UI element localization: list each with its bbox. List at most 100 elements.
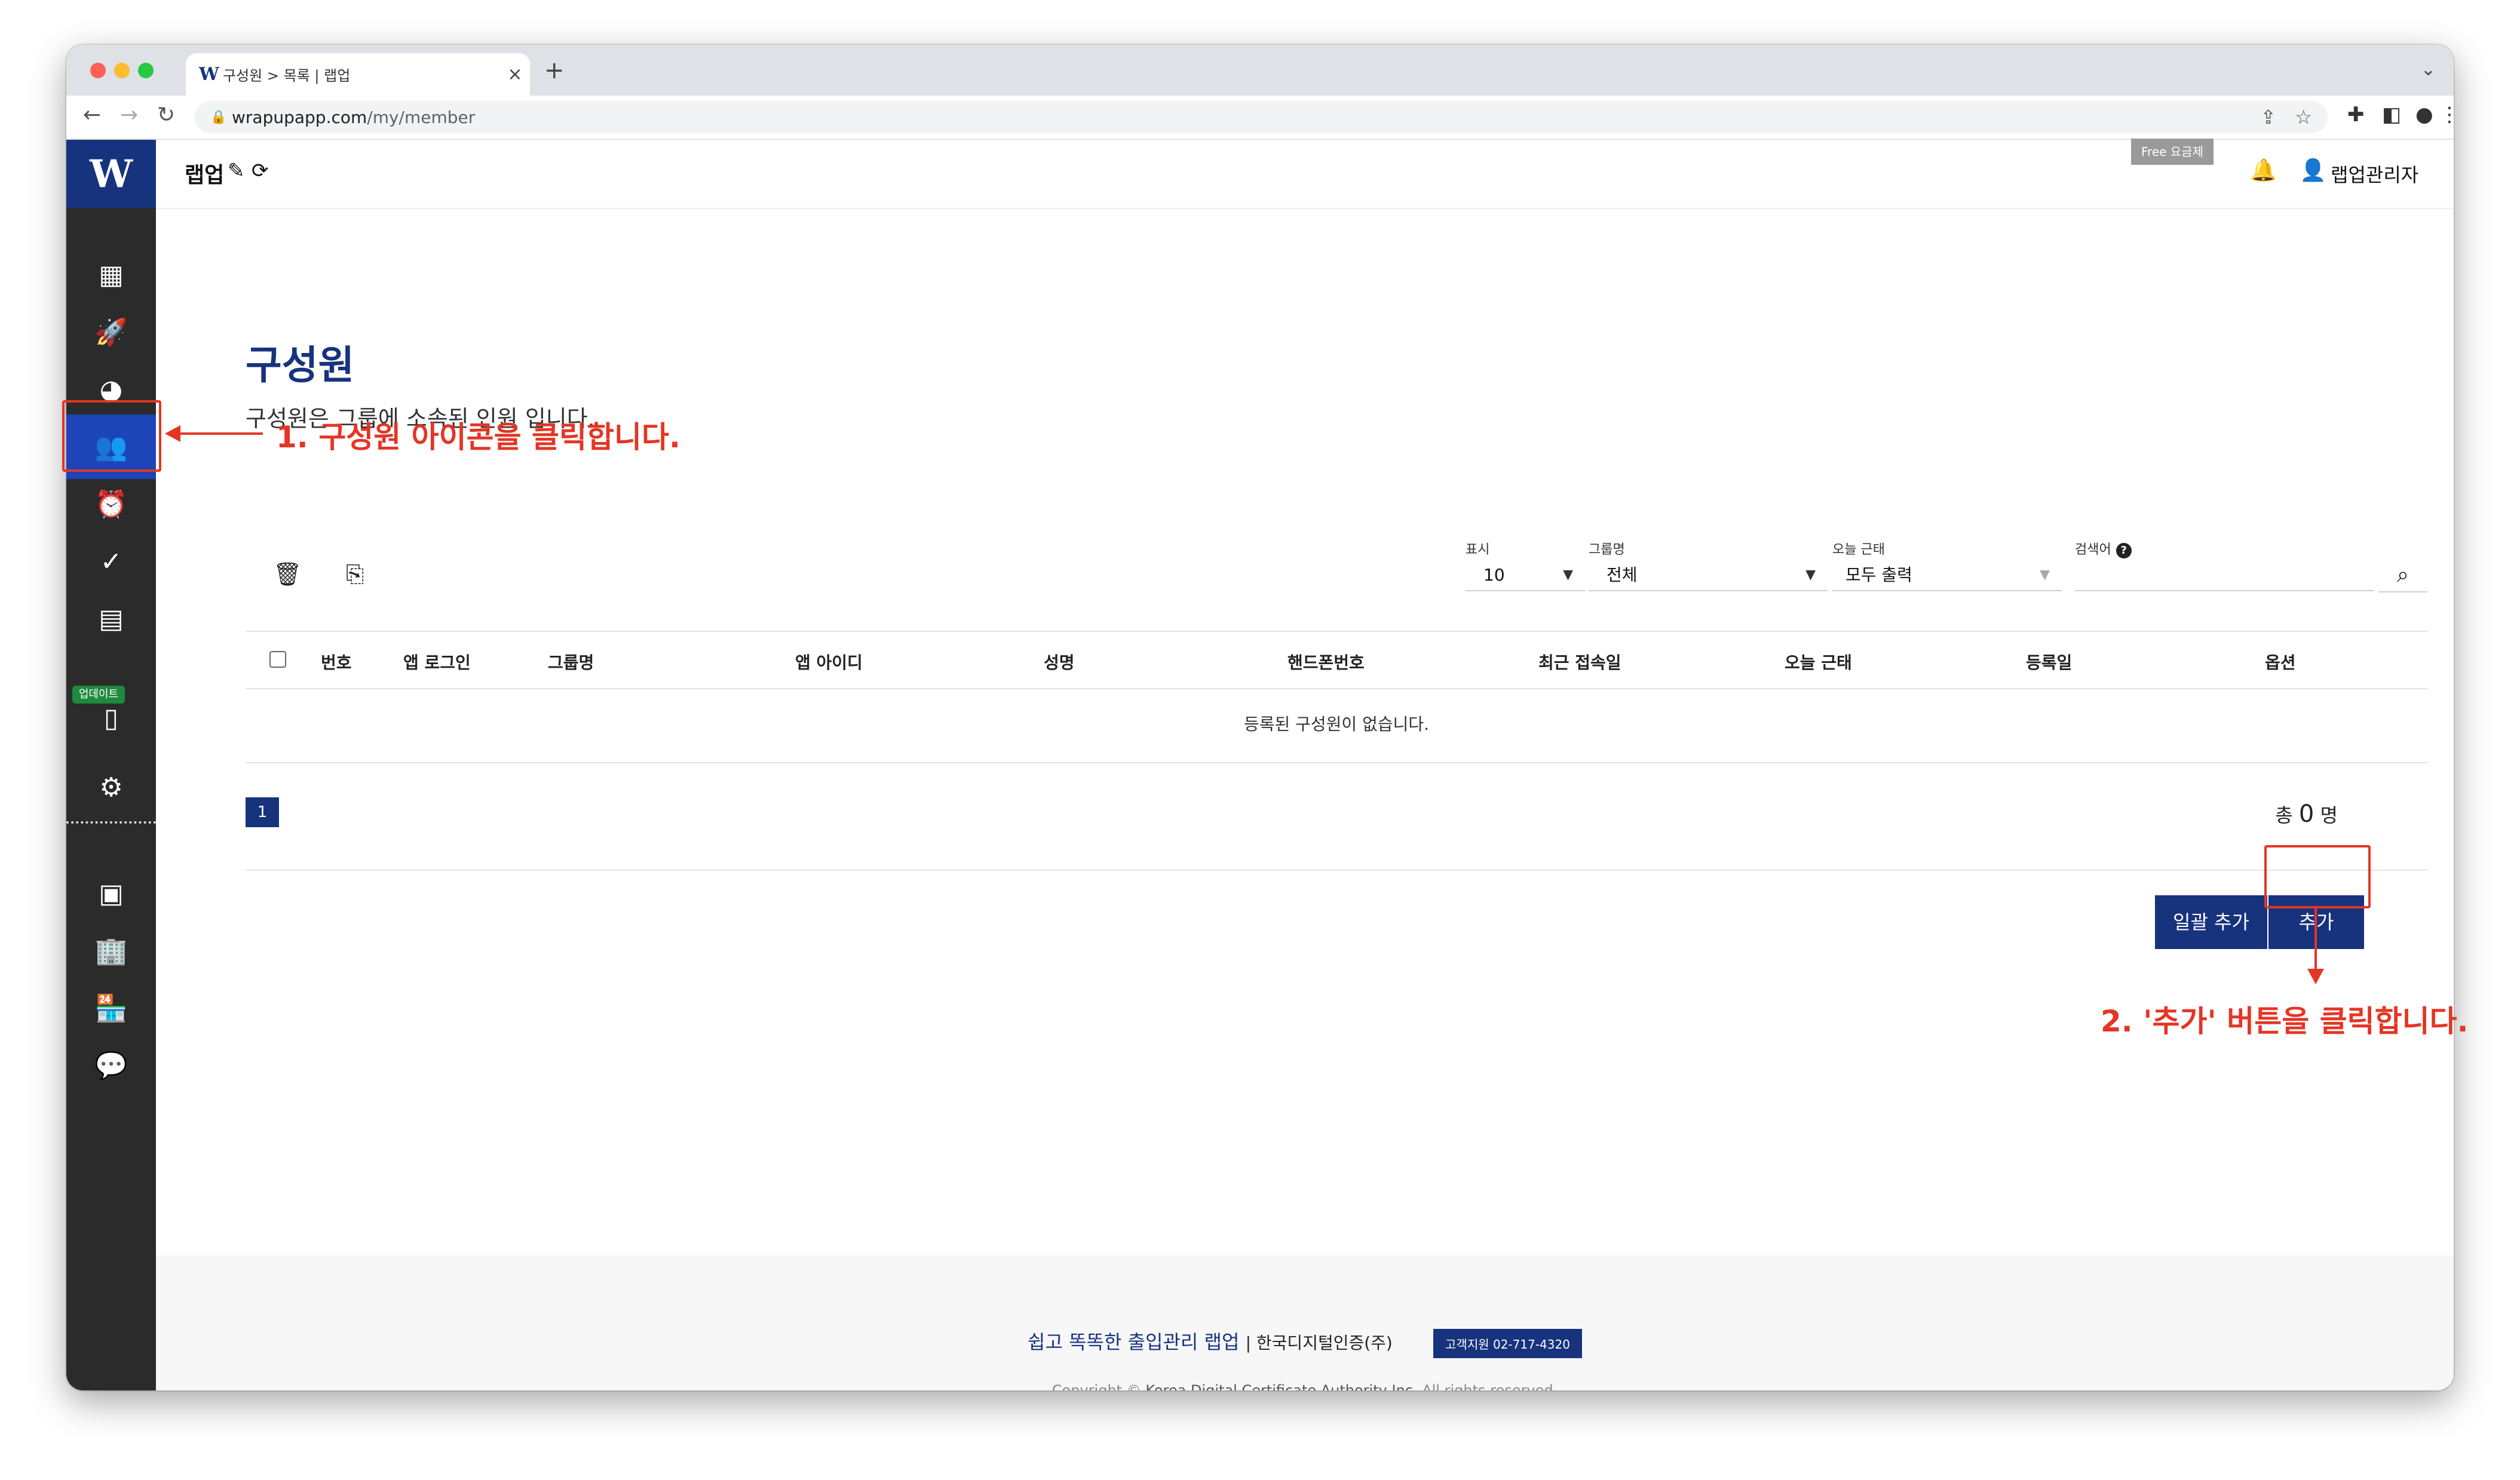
browser-tab-bar: W 구성원 > 목록 | 랩업 × + ⌄ [66,45,2454,96]
display-count-select[interactable]: 10 ▼ [1466,560,1585,591]
total-number: 0 [2298,800,2314,828]
back-arrow-icon[interactable]: ← [83,103,101,127]
attendance-value: 모두 출력 [1845,565,1912,585]
side-panel-icon[interactable]: ◧ [2382,103,2401,127]
annotation-arrow-left [165,425,180,442]
column-header[interactable]: 번호 [321,650,352,674]
browser-window: W 구성원 > 목록 | 랩업 × + ⌄ ← → ↻ 🔒 wrapupapp.… [66,45,2454,1390]
id-card-icon[interactable]: ▤ [66,601,156,637]
address-bar[interactable]: 🔒 wrapupapp.com/my/member ⇪ ☆ [195,101,2328,133]
forward-arrow-icon[interactable]: → [120,103,138,127]
column-header[interactable]: 오늘 근태 [1785,650,1852,674]
plan-badge[interactable]: Free 요금제 [2131,139,2214,165]
attendance-select[interactable]: 모두 출력 ▼ [1832,560,2062,591]
chevron-down-icon: ▼ [2040,567,2050,582]
tab-list-chevron-icon[interactable]: ⌄ [2421,59,2436,80]
column-header[interactable]: 성명 [1044,650,1075,674]
column-header[interactable]: 등록일 [2026,650,2072,674]
mobile-phone-icon[interactable]: ▯ [66,700,156,736]
app-sidebar: W ▦ 🚀 ◕ 👥 ⏰ ✓ ▤ 업데이트 ▯ ⚙ ▣ 🏢 🏪 💬 [66,140,156,1390]
check-icon[interactable]: ✓ [66,544,156,579]
help-icon[interactable]: ? [2116,543,2132,558]
annotation-step2: 2. '추가' 버튼을 클릭합니다. [2101,1004,2469,1039]
extensions-puzzle-icon[interactable]: ✚ [2347,103,2365,127]
chevron-down-icon: ▼ [1805,567,1816,582]
search-input[interactable] [2075,560,2374,591]
group-label: 그룹명 [1589,542,1625,557]
chat-icon[interactable]: 💬 [66,1048,156,1083]
tab-favicon-icon: W [199,64,219,85]
app-logo[interactable]: W [66,140,156,208]
user-name[interactable]: 랩업관리자 [2331,160,2418,188]
search-label-text: 검색어 [2075,542,2111,557]
chevron-down-icon: ▼ [1563,567,1573,582]
annotation-step1: 1. 구성원 아이콘을 클릭합니다. [276,420,680,455]
edit-pencil-icon[interactable]: ✎ [228,159,245,183]
column-header[interactable]: 최근 접속일 [1538,650,1621,674]
table-empty-message: 등록된 구성원이 없습니다. [246,687,2427,763]
search-icon[interactable]: ⌕ [2378,559,2427,592]
select-all-checkbox[interactable] [269,651,286,668]
column-header[interactable]: 핸드폰번호 [1287,650,1365,674]
store-icon[interactable]: 🏪 [66,990,156,1026]
footer-slogan: 쉽고 똑똑한 출입관리 랩업 [1028,1331,1240,1353]
page-title: 구성원 [246,342,355,388]
tab-title: 구성원 > 목록 | 랩업 [223,67,351,84]
brand-name: 랩업 [185,163,225,188]
rocket-icon[interactable]: 🚀 [66,314,156,350]
url-domain: wrapupapp.com [232,107,367,127]
page-footer: 쉽고 똑똑한 출입관리 랩업 | 한국디지털인증(주) 고객지원 02-717-… [156,1255,2454,1390]
copyright-suffix: All rights reserved. [1417,1382,1558,1390]
excel-export-icon[interactable]: ⎘ [346,561,364,588]
bulk-add-button[interactable]: 일괄 추가 [2155,895,2267,949]
bookmark-star-icon[interactable]: ☆ [2295,106,2312,128]
copyright-company: Korea Digital Certificate Authority Inc. [1145,1382,1418,1390]
total-suffix: 명 [2320,804,2338,827]
support-phone-badge[interactable]: 고객지원 02-717-4320 [1433,1328,1582,1358]
section-divider [246,870,2427,871]
browser-toolbar: ← → ↻ 🔒 wrapupapp.com/my/member ⇪ ☆ ✚ ◧ … [66,96,2454,140]
sync-icon[interactable]: ⟳ [252,159,269,183]
sidebar-divider [66,821,156,824]
column-header[interactable]: 앱 아이디 [795,650,863,674]
share-icon[interactable]: ⇪ [2260,106,2276,128]
display-count-value: 10 [1483,565,1505,585]
minimize-window-button[interactable] [114,63,130,78]
user-icon[interactable]: 👤 [2300,158,2326,183]
close-window-button[interactable] [90,63,106,78]
annotation-arrow-down [2307,969,2324,984]
notification-bell-icon[interactable]: 🔔 [2250,158,2277,183]
pagination-page-1[interactable]: 1 [246,797,279,827]
footer-info: 쉽고 똑똑한 출입관리 랩업 | 한국디지털인증(주) 고객지원 02-717-… [156,1327,2454,1358]
attendance-label: 오늘 근태 [1832,542,1885,557]
app-topbar: 랩업 ✎ ⟳ Free 요금제 🔔 👤 랩업관리자 [156,139,2454,209]
column-header[interactable]: 그룹명 [548,650,594,674]
total-prefix: 총 [2275,804,2293,827]
browser-menu-icon[interactable]: ⋮ [2439,103,2454,127]
column-header[interactable]: 옵션 [2265,650,2296,674]
footer-copyright: Copyright © Korea Digital Certificate Au… [156,1382,2454,1390]
alarm-clock-icon[interactable]: ⏰ [66,486,156,522]
building-icon[interactable]: 🏢 [66,933,156,969]
url-path: /my/member [367,107,476,127]
new-tab-icon[interactable]: + [544,57,565,84]
search-label: 검색어? [2075,539,2132,558]
group-value: 전체 [1607,565,1638,585]
annotation-line [179,432,263,435]
contact-card-icon[interactable]: ▣ [66,876,156,911]
profile-avatar-icon[interactable]: ● [2415,103,2433,127]
annotation-highlight-members-icon [62,400,161,472]
annotation-line [2314,907,2317,972]
total-count: 총 0 명 [2275,800,2338,828]
group-select[interactable]: 전체 ▼ [1589,560,1828,591]
maximize-window-button[interactable] [138,63,154,78]
gear-icon[interactable]: ⚙ [66,769,156,805]
trash-icon[interactable]: 🗑 [273,561,302,588]
tab-close-icon[interactable]: × [500,64,530,85]
lock-icon: 🔒 [210,109,227,125]
footer-company: | 한국디지털인증(주) [1245,1333,1393,1353]
reload-icon[interactable]: ↻ [157,103,175,127]
browser-tab-active[interactable]: W 구성원 > 목록 | 랩업 × [186,53,530,96]
dashboard-icon[interactable]: ▦ [66,257,156,293]
column-header[interactable]: 앱 로그인 [403,650,471,674]
